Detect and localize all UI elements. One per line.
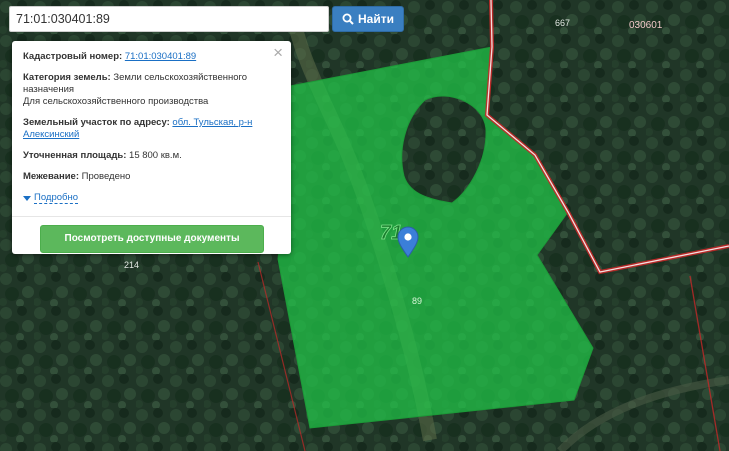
- cadastral-number-row: Кадастровый номер: 71:01:030401:89: [23, 51, 281, 63]
- area-value: 15 800 кв.м.: [129, 150, 182, 161]
- survey-value: Проведено: [81, 171, 131, 182]
- search-input[interactable]: [9, 6, 329, 32]
- parcel-info-popup: × Кадастровый номер: 71:01:030401:89 Кат…: [12, 41, 291, 254]
- survey-row: Межевание: Проведено: [23, 171, 281, 183]
- popup-divider: [12, 216, 291, 217]
- search-bar: Найти: [9, 6, 404, 32]
- map-label-214: 214: [124, 260, 139, 270]
- search-icon: [342, 13, 354, 25]
- search-button-label: Найти: [358, 12, 394, 26]
- map-label-030601: 030601: [629, 20, 663, 31]
- more-details-toggle[interactable]: Подробно: [23, 192, 281, 204]
- map-label-parcel: 89: [412, 296, 422, 306]
- area-row: Уточненная площадь: 15 800 кв.м.: [23, 150, 281, 162]
- address-row: Земельный участок по адресу: обл. Тульск…: [23, 117, 281, 141]
- cadastral-number-link[interactable]: 71:01:030401:89: [125, 51, 196, 62]
- close-icon[interactable]: ×: [273, 44, 283, 61]
- land-category-label: Категория земель:: [23, 72, 111, 83]
- address-label: Земельный участок по адресу:: [23, 117, 170, 128]
- view-documents-button[interactable]: Посмотреть доступные документы: [40, 225, 264, 253]
- triangle-down-icon: [23, 195, 31, 201]
- area-label: Уточненная площадь:: [23, 150, 127, 161]
- search-button[interactable]: Найти: [332, 6, 404, 32]
- land-category-row: Категория земель: Земли сельскохозяйстве…: [23, 72, 281, 108]
- cadastral-number-label: Кадастровый номер:: [23, 51, 123, 62]
- map-label-667: 667: [555, 18, 570, 28]
- survey-label: Межевание:: [23, 171, 79, 182]
- land-use-value: Для сельскохозяйственного производства: [23, 96, 209, 107]
- more-details-link[interactable]: Подробно: [34, 192, 78, 204]
